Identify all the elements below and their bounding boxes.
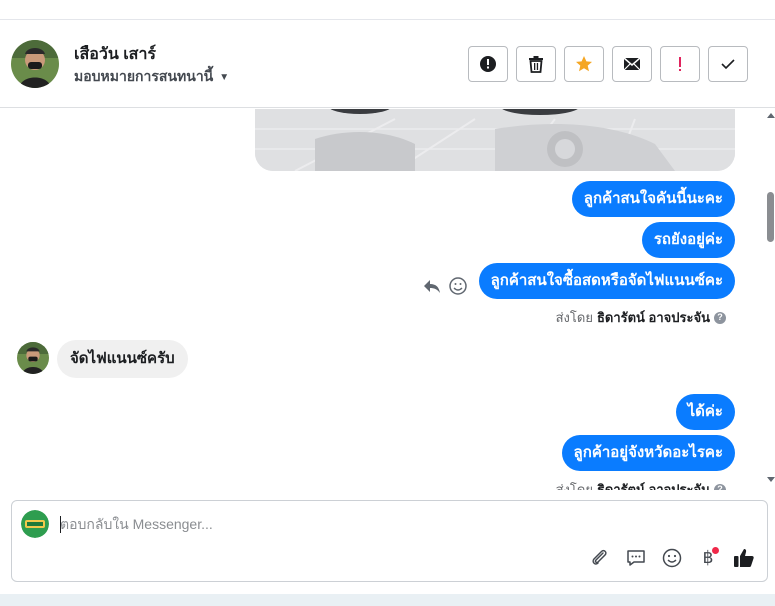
- sent-by-name: ธิดารัตน์ อาจประจัน: [596, 482, 710, 490]
- sent-by-label: ส่งโดย ธิดารัตน์ อาจประจัน ?: [556, 479, 726, 490]
- scroll-down-arrow-icon[interactable]: [767, 477, 775, 482]
- scrollbar-thumb[interactable]: [767, 192, 774, 242]
- sent-by-label: ส่งโดย ธิดารัตน์ อาจประจัน ?: [556, 307, 726, 328]
- saved-replies-icon[interactable]: [625, 547, 647, 569]
- help-icon[interactable]: ?: [714, 483, 726, 490]
- contact-avatar[interactable]: [11, 40, 59, 88]
- mark-done-button[interactable]: [708, 46, 748, 82]
- page-footer-strip: [0, 594, 775, 606]
- sent-by-prefix: ส่งโดย: [555, 482, 593, 490]
- outgoing-message[interactable]: ได้ค่ะ: [675, 394, 735, 430]
- star-button[interactable]: [564, 46, 604, 82]
- emoji-icon[interactable]: [661, 547, 683, 569]
- chevron-down-icon: ▼: [219, 71, 230, 83]
- scroll-up-arrow-icon[interactable]: [767, 113, 775, 118]
- contact-avatar-small: [17, 342, 49, 374]
- checkmark-icon: [721, 59, 735, 70]
- page-avatar: [21, 510, 49, 538]
- outgoing-message[interactable]: ลูกค้าสนใจซื้อสดหรือจัดไฟแนนซ์คะ: [478, 263, 735, 299]
- sent-by-name: ธิดารัตน์ อาจประจัน: [596, 310, 710, 325]
- outgoing-message[interactable]: รถยังอยู่ค่ะ: [641, 222, 735, 258]
- reply-input[interactable]: [60, 513, 660, 535]
- star-icon: [576, 56, 592, 72]
- exclamation-icon: [679, 57, 681, 71]
- assign-conversation-dropdown[interactable]: มอบหมายการสนทนานี้ ▼: [74, 66, 229, 88]
- envelope-icon: [623, 57, 641, 71]
- assign-label: มอบหมายการสนทนานี้: [74, 68, 214, 84]
- outgoing-message[interactable]: ลูกค้าสนใจคันนี้นะคะ: [571, 181, 735, 217]
- attachment-icon[interactable]: [589, 547, 611, 569]
- follow-up-button[interactable]: [660, 46, 700, 82]
- like-icon[interactable]: [733, 547, 755, 569]
- car-photo-attachment[interactable]: [255, 109, 735, 171]
- outgoing-message[interactable]: ลูกค้าอยู่จังหวัดอะไรคะ: [561, 435, 735, 471]
- report-spam-button[interactable]: [468, 46, 508, 82]
- contact-name: เสือวัน เสาร์: [74, 46, 157, 63]
- conversation-actions: [468, 46, 748, 82]
- incoming-message[interactable]: จัดไฟแนนซ์ครับ: [57, 340, 188, 378]
- reply-composer: ฿: [11, 500, 768, 582]
- message-thread: ลูกค้าสนใจคันนี้นะคะ รถยังอยู่ค่ะ ลูกค้า…: [0, 109, 766, 490]
- help-icon[interactable]: ?: [714, 311, 726, 324]
- composer-tools: ฿: [589, 547, 755, 569]
- notification-dot: [712, 547, 719, 554]
- thread-scrollbar[interactable]: [766, 109, 775, 490]
- sent-by-prefix: ส่งโดย: [555, 310, 593, 325]
- delete-button[interactable]: [516, 46, 556, 82]
- trash-icon: [529, 56, 543, 73]
- emoji-react-icon[interactable]: [449, 277, 467, 295]
- payment-baht-icon[interactable]: ฿: [697, 547, 719, 569]
- conversation-header: เสือวัน เสาร์ มอบหมายการสนทนานี้ ▼: [0, 20, 775, 108]
- alert-circle-icon: [480, 56, 496, 72]
- mark-unread-button[interactable]: [612, 46, 652, 82]
- message-tools: [423, 277, 467, 295]
- text-cursor: [60, 516, 61, 533]
- reply-icon[interactable]: [423, 278, 441, 294]
